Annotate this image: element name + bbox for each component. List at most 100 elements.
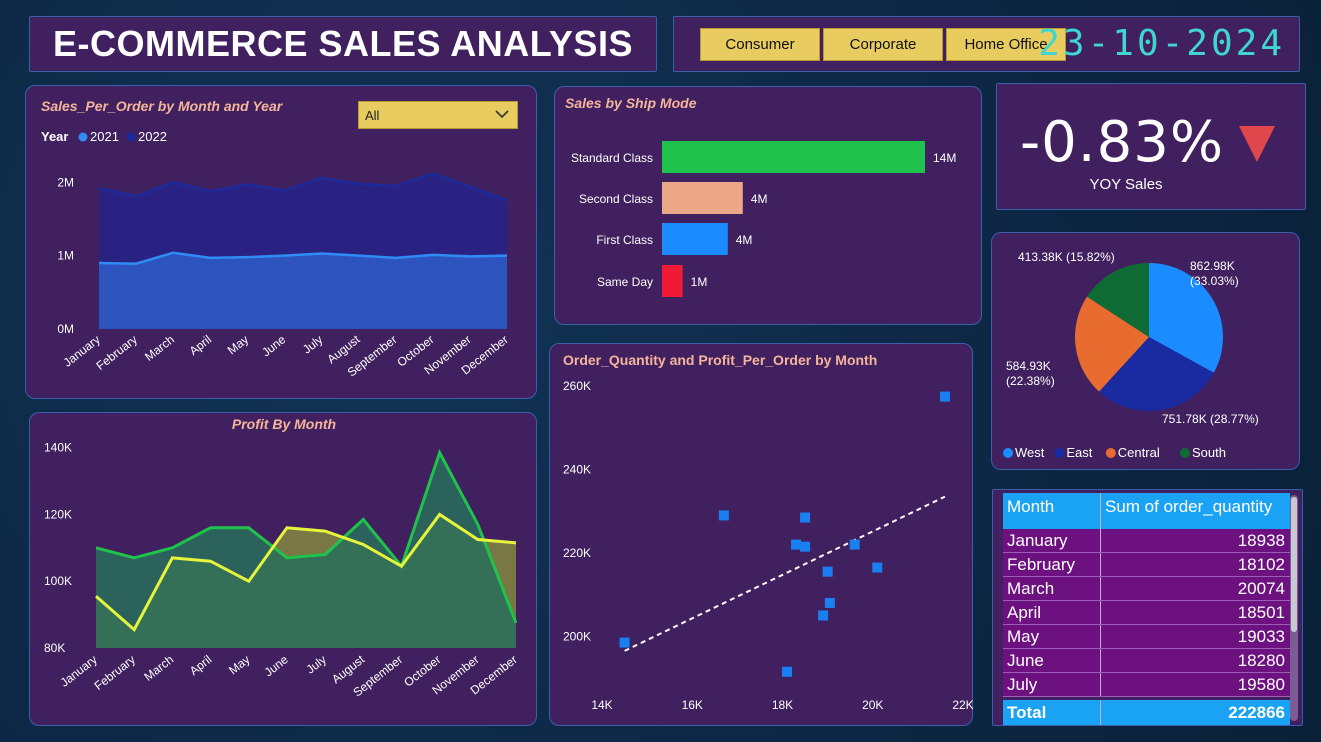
bar-value-label: 14M xyxy=(933,151,956,165)
pie-legend-marker xyxy=(1054,448,1065,458)
ship-mode-bar[interactable] xyxy=(662,182,743,214)
bar-category-label: Same Day xyxy=(597,275,653,289)
table-cell-qty: 18501 xyxy=(1237,603,1285,622)
filter-panel: Consumer Corporate Home Office 23-10-202… xyxy=(673,16,1300,72)
pie-legend-marker xyxy=(1180,448,1190,458)
table-cell-month: July xyxy=(1003,673,1101,696)
y-tick-label: 200K xyxy=(563,629,591,643)
scatter-point[interactable] xyxy=(818,610,829,621)
legend-label-2021: 2021 xyxy=(90,129,119,144)
x-tick-label: April xyxy=(187,332,215,358)
order-qty-table: Month Sum of order_quantity January 18938… xyxy=(1003,493,1290,725)
table-scrollbar[interactable] xyxy=(1290,495,1298,721)
scatter-point[interactable] xyxy=(791,539,802,550)
pie-label-value: 413.38K xyxy=(1018,250,1066,264)
bar-category-label: Second Class xyxy=(579,192,653,206)
triangle-down-icon xyxy=(1239,126,1275,162)
legend-marker-2021 xyxy=(78,132,88,142)
legend-label-2022: 2022 xyxy=(138,129,167,144)
pie-legend-label: West xyxy=(1015,445,1045,460)
pie-label-value: 584.93K xyxy=(1006,359,1051,373)
pie-legend-marker xyxy=(1003,448,1013,458)
legend-marker-2022 xyxy=(126,132,136,142)
pie-legend-label: South xyxy=(1192,445,1226,460)
scatter-point[interactable] xyxy=(824,597,835,608)
table-row: March 20074 xyxy=(1003,577,1290,601)
table-row: February 18102 xyxy=(1003,553,1290,577)
area-series-2021 xyxy=(99,252,507,329)
pie-data-label: 413.38K (15.82%) xyxy=(1018,250,1115,264)
report-date: 23-10-2024 xyxy=(1038,23,1285,64)
y-tick-label: 2M xyxy=(57,175,74,189)
x-tick-label: June xyxy=(259,332,288,359)
y-tick-label: 240K xyxy=(563,463,591,477)
scatter-point[interactable] xyxy=(822,566,833,577)
profit-by-month-chart: 80K100K120K140KJanuaryFebruary March April… xyxy=(44,441,520,700)
qty-profit-panel: Order_Quantity and Profit_Per_Order by M… xyxy=(549,343,974,726)
table-cell-month: April xyxy=(1003,601,1101,624)
x-tick-label: 16K xyxy=(682,698,703,712)
table-row: January 18938 xyxy=(1003,529,1290,553)
ship-mode-chart: Standard Class 14M Second Class 4M First Cla… xyxy=(571,141,956,297)
y-tick-label: 120K xyxy=(44,507,72,521)
legend-title: Year xyxy=(41,129,68,144)
x-tick-label: June xyxy=(262,652,291,679)
segment-button-corporate[interactable]: Corporate xyxy=(823,28,943,61)
table-cell-month: March xyxy=(1003,577,1101,600)
table-cell-qty: 18280 xyxy=(1237,651,1285,670)
scatter-point[interactable] xyxy=(849,539,860,550)
sales-per-order-panel: Sales_Per_Order by Month and Year All Ye… xyxy=(25,85,537,399)
table-cell-qty: 18938 xyxy=(1237,531,1285,550)
y-tick-label: 0M xyxy=(57,322,74,336)
table-header-month[interactable]: Month xyxy=(1003,493,1101,529)
ship-mode-bar[interactable] xyxy=(662,223,728,255)
scatter-point[interactable] xyxy=(800,541,811,552)
x-tick-label: 14K xyxy=(591,698,612,712)
yoy-kpi-panel: -0.83% YOY Sales xyxy=(996,83,1306,210)
x-tick-label: May xyxy=(225,332,251,357)
table-cell-qty: 20074 xyxy=(1237,579,1285,598)
y-tick-label: 140K xyxy=(44,441,72,455)
yoy-sales-value: -0.83% xyxy=(1019,110,1225,175)
y-tick-label: 80K xyxy=(44,641,65,655)
scatter-point[interactable] xyxy=(619,637,630,648)
y-tick-label: 260K xyxy=(563,379,591,393)
scatter-point[interactable] xyxy=(872,562,883,573)
table-cell-month: January xyxy=(1003,529,1101,552)
scatter-point[interactable] xyxy=(782,666,793,677)
pie-label-pct: (28.77%) xyxy=(1210,412,1259,426)
table-row: June 18280 xyxy=(1003,649,1290,673)
segment-button-consumer[interactable]: Consumer xyxy=(700,28,820,61)
sales-per-order-chart: Year 2021 2022 0M1M2MJanuaryFebruary Marc… xyxy=(41,129,511,380)
bar-category-label: First Class xyxy=(596,233,653,247)
x-tick-label: July xyxy=(300,332,325,356)
table-cell-qty: 19033 xyxy=(1237,627,1285,646)
x-tick-label: March xyxy=(142,332,177,364)
ship-mode-bar[interactable] xyxy=(662,265,683,297)
bar-value-label: 4M xyxy=(736,233,753,247)
region-pie-chart: 862.98K(33.03%)751.78K (28.77%)584.93K(2… xyxy=(1003,250,1259,460)
x-tick-label: February xyxy=(92,652,138,693)
pie-legend-marker xyxy=(1105,448,1116,458)
table-header-qty[interactable]: Sum of order_quantity xyxy=(1101,493,1289,529)
scatter-point[interactable] xyxy=(718,510,729,521)
table-scrollbar-thumb[interactable] xyxy=(1291,497,1297,632)
y-tick-label: 100K xyxy=(44,574,72,588)
table-cell-qty: 19580 xyxy=(1237,675,1285,694)
table-row: April 18501 xyxy=(1003,601,1290,625)
pie-legend-label: East xyxy=(1066,445,1092,460)
ship-mode-bar[interactable] xyxy=(662,141,925,173)
table-total-value: 222866 xyxy=(1228,703,1285,722)
dashboard-title: E-COMMERCE SALES ANALYSIS xyxy=(53,23,633,64)
x-tick-label: July xyxy=(303,652,328,676)
table-cell-month: May xyxy=(1003,625,1101,648)
x-tick-label: April xyxy=(187,652,215,678)
table-row: May 19033 xyxy=(1003,625,1290,649)
table-row: July 19580 xyxy=(1003,673,1290,697)
y-tick-label: 220K xyxy=(563,546,591,560)
scatter-point[interactable] xyxy=(800,512,811,523)
scatter-point[interactable] xyxy=(939,391,950,402)
x-tick-label: 20K xyxy=(862,698,883,712)
x-tick-label: March xyxy=(141,652,176,684)
yoy-sales-label: YOY Sales xyxy=(1089,176,1163,193)
